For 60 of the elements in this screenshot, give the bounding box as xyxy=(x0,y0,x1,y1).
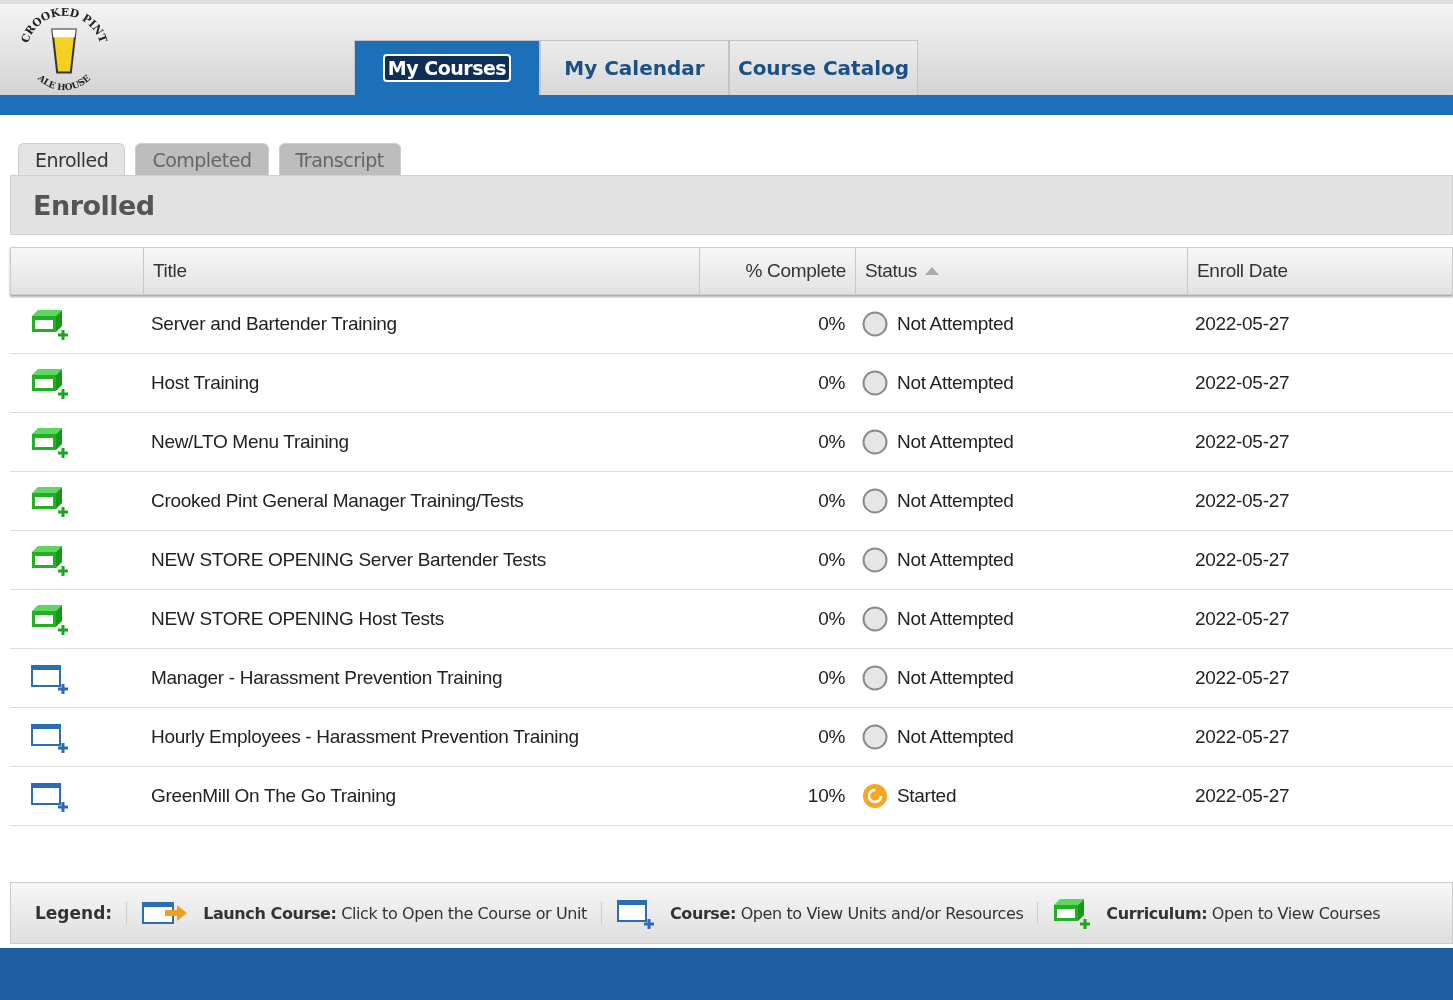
legend-text: Course: Open to View Units and/or Resources xyxy=(669,903,1024,923)
percent-complete: 0% xyxy=(817,431,846,453)
enroll-date: 2022-05-27 xyxy=(1194,549,1291,571)
enroll-date: 2022-05-27 xyxy=(1194,785,1291,807)
status-text: Not Attempted xyxy=(897,431,1014,453)
percent-complete: 10% xyxy=(806,785,846,807)
course-title[interactable]: Hourly Employees - Harassment Prevention Training xyxy=(142,726,698,748)
status-text: Not Attempted xyxy=(897,608,1014,630)
course-title[interactable]: NEW STORE OPENING Server Bartender Tests xyxy=(142,549,698,571)
nav-tab[interactable]: My Courses xyxy=(354,40,540,95)
percent-complete: 0% xyxy=(817,372,846,394)
window-box-plus-icon[interactable] xyxy=(1052,897,1093,929)
enroll-date: 2022-05-27 xyxy=(1194,313,1291,335)
enroll-date: 2022-05-27 xyxy=(1194,490,1291,512)
nav-tab[interactable]: My Calendar xyxy=(540,40,729,95)
status-text: Not Attempted xyxy=(897,490,1014,512)
percent-complete: 0% xyxy=(817,313,846,335)
course-title[interactable]: NEW STORE OPENING Host Tests xyxy=(142,608,698,630)
percent-complete: 0% xyxy=(817,726,846,748)
course-title[interactable]: Manager - Harassment Prevention Training xyxy=(142,667,698,689)
enroll-date: 2022-05-27 xyxy=(1194,372,1291,394)
enroll-date: 2022-05-27 xyxy=(1194,608,1291,630)
status-text: Started xyxy=(897,785,957,807)
course-title[interactable]: Server and Bartender Training xyxy=(142,313,698,335)
window-plus-icon[interactable] xyxy=(615,897,656,929)
legend-label: Legend: xyxy=(35,903,113,923)
percent-complete: 0% xyxy=(817,490,846,512)
course-title[interactable]: Host Training xyxy=(142,372,698,394)
status-text: Not Attempted xyxy=(897,372,1014,394)
window-box-plus-icon[interactable] xyxy=(30,603,70,635)
percent-complete: 0% xyxy=(817,667,846,689)
window-box-plus-icon[interactable] xyxy=(30,544,70,576)
window-plus-icon[interactable] xyxy=(30,780,70,812)
column-header[interactable]: % Complete xyxy=(699,248,855,294)
course-title[interactable]: New/LTO Menu Training xyxy=(142,431,698,453)
panel-title: Enrolled xyxy=(33,189,155,221)
window-box-plus-icon[interactable] xyxy=(30,426,70,458)
enroll-date: 2022-05-27 xyxy=(1194,726,1291,748)
percent-complete: 0% xyxy=(817,608,846,630)
status-text: Not Attempted xyxy=(897,313,1014,335)
window-plus-icon[interactable] xyxy=(30,662,70,694)
status-text: Not Attempted xyxy=(897,549,1014,571)
window-box-plus-icon[interactable] xyxy=(30,308,70,340)
course-title[interactable]: Crooked Pint General Manager Training/Tests xyxy=(142,490,698,512)
legend-text: Curriculum: Open to View Courses xyxy=(1106,903,1381,923)
column-header[interactable]: Enroll Date xyxy=(1187,248,1452,294)
course-title[interactable]: GreenMill On The Go Training xyxy=(142,785,698,807)
percent-complete: 0% xyxy=(817,549,846,571)
enroll-date: 2022-05-27 xyxy=(1194,667,1291,689)
status-text: Not Attempted xyxy=(897,726,1014,748)
legend-text: Launch Course: Click to Open the Course or Unit xyxy=(203,903,587,923)
window-box-plus-icon[interactable] xyxy=(30,367,70,399)
window-box-plus-icon[interactable] xyxy=(30,485,70,517)
window-plus-icon[interactable] xyxy=(30,721,70,753)
nav-tab[interactable]: Course Catalog xyxy=(729,40,918,95)
status-text: Not Attempted xyxy=(897,667,1014,689)
sub-tab[interactable]: Enrolled xyxy=(18,143,126,175)
column-header[interactable]: Title xyxy=(143,248,699,294)
enroll-date: 2022-05-27 xyxy=(1194,431,1291,453)
column-header[interactable]: Status xyxy=(855,248,1187,294)
